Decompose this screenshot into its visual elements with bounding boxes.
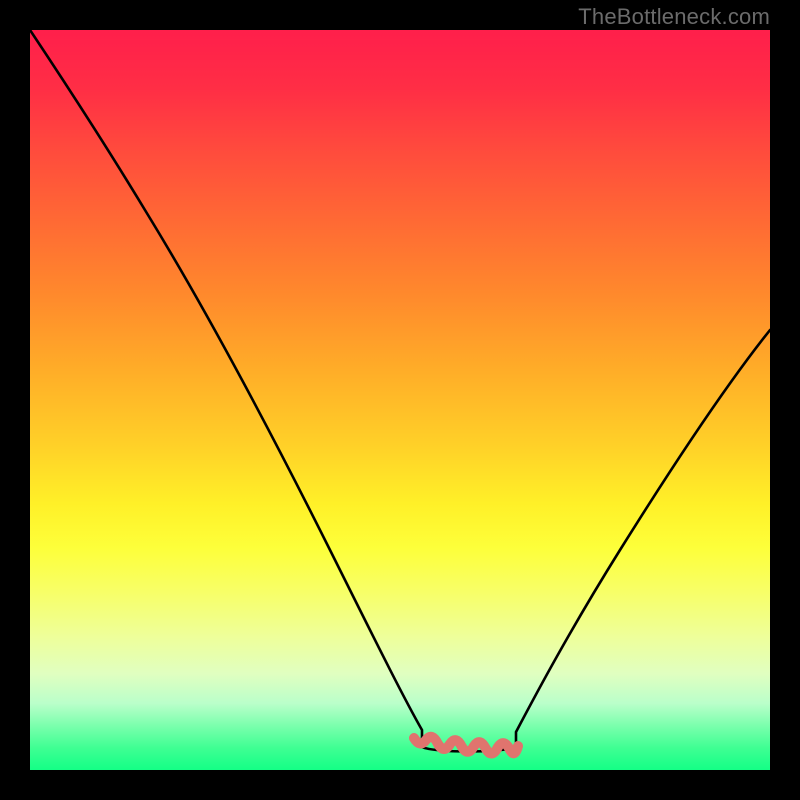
- plot-area: [30, 30, 770, 770]
- watermark-text: TheBottleneck.com: [578, 4, 770, 30]
- bottleneck-curve: [30, 30, 770, 752]
- plot-svg: [30, 30, 770, 770]
- chart-frame: TheBottleneck.com: [0, 0, 800, 800]
